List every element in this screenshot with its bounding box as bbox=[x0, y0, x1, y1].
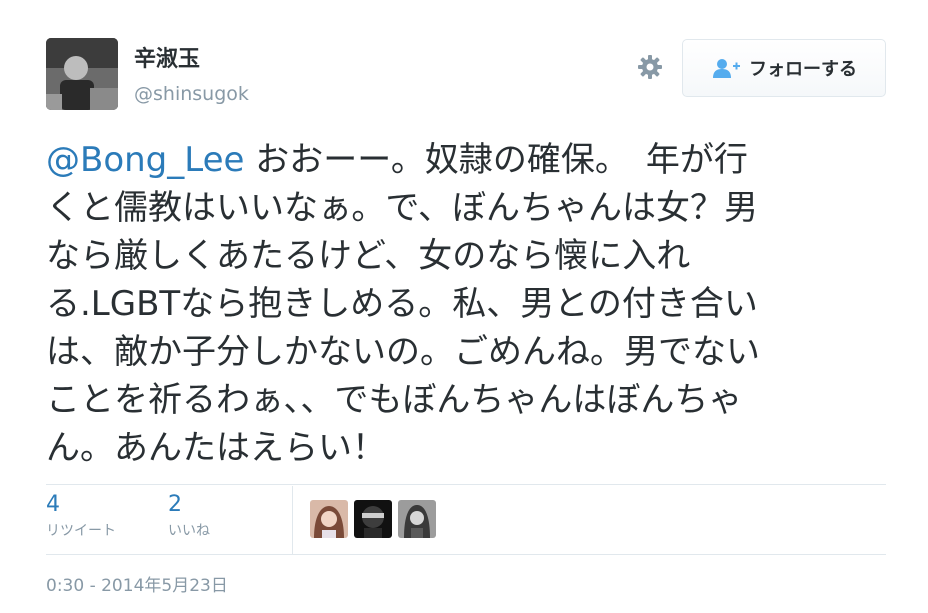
liker-avatars bbox=[310, 500, 436, 538]
tweet-timestamp[interactable]: 0:30 - 2014年5月23日 bbox=[46, 574, 228, 598]
liker-avatar[interactable] bbox=[398, 500, 436, 538]
tweet-line: くと儒教はいいなぁ。で、ぼんちゃんは女？男 bbox=[46, 188, 758, 228]
like-stat[interactable]: 2 いいね bbox=[168, 492, 210, 541]
avatar[interactable] bbox=[46, 38, 118, 110]
liker-avatar[interactable] bbox=[354, 500, 392, 538]
stats-vertical-divider bbox=[292, 486, 293, 554]
tweet-line-text: おおーー。奴隷の確保。 年が行 bbox=[244, 140, 748, 180]
tweet-line: ことを祈るわぁ、、でもぼんちゃんはぼんちゃ bbox=[46, 380, 743, 420]
follow-button[interactable]: フォローする bbox=[682, 39, 886, 97]
tweet-line: なら厳しくあたるけど、女のなら懐に入れ bbox=[46, 236, 691, 276]
stats-divider-top bbox=[46, 484, 886, 485]
tweet-text: @Bong_Lee おおーー。奴隷の確保。 年が行 くと儒教はいいなぁ。で、ぼん… bbox=[46, 136, 886, 472]
retweet-stat[interactable]: 4 リツイート bbox=[46, 492, 116, 541]
tweet-line: ん。あんたはえらい！ bbox=[46, 428, 386, 468]
screen-name[interactable]: @shinsugok bbox=[134, 82, 249, 106]
liker-avatar[interactable] bbox=[310, 500, 348, 538]
person-add-icon bbox=[711, 57, 741, 79]
follow-button-label: フォローする bbox=[749, 59, 857, 80]
tweet-line: @Bong_Lee おおーー。奴隷の確保。 年が行 bbox=[46, 136, 886, 184]
like-count: 2 bbox=[168, 492, 182, 517]
stats-divider-bottom bbox=[46, 554, 886, 555]
like-label: いいね bbox=[168, 523, 210, 539]
retweet-count: 4 bbox=[46, 492, 60, 517]
tweet-line: は、敵か子分しかないの。ごめんね。男でない bbox=[46, 332, 760, 372]
gear-icon[interactable] bbox=[636, 53, 664, 81]
retweet-label: リツイート bbox=[46, 523, 116, 539]
mention-link[interactable]: @Bong_Lee bbox=[46, 140, 244, 180]
tweet-line: る.LGBTなら抱きしめる。私、男との付き合い bbox=[46, 284, 758, 324]
display-name[interactable]: 辛淑玉 bbox=[134, 46, 200, 74]
